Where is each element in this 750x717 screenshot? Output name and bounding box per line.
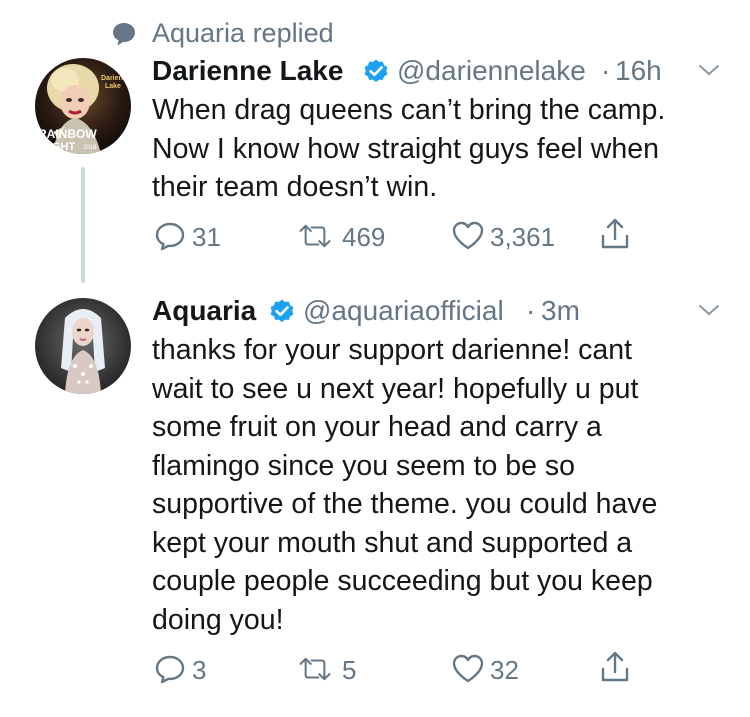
author-handle[interactable]: @aquariaofficial xyxy=(303,293,504,329)
author-name[interactable]: Aquaria xyxy=(152,293,256,329)
like-count: 32 xyxy=(490,655,519,685)
heart-icon[interactable] xyxy=(451,219,485,253)
tweet-text-line: doing you! xyxy=(152,603,284,636)
svg-text:NIGHT: NIGHT xyxy=(41,141,76,153)
avatar-image xyxy=(35,298,131,394)
avatar-aquaria[interactable] xyxy=(35,298,131,394)
separator-dot: · xyxy=(526,295,536,326)
avatar-darienne-lake[interactable]: Darienne Lake RAINBOW NIGHT 2018 xyxy=(35,58,131,154)
author-handle[interactable]: @dariennelake xyxy=(397,53,586,89)
speech-bubble-icon xyxy=(113,23,135,46)
separator-dot: · xyxy=(601,55,611,86)
reply-icon[interactable] xyxy=(153,219,187,253)
retweet-count: 5 xyxy=(342,655,357,685)
tweet-text-line: flamingo since you seem to be so xyxy=(152,449,575,482)
reply-count: 31 xyxy=(192,222,221,252)
retweet-icon[interactable] xyxy=(298,219,332,253)
author-name[interactable]: Darienne Lake xyxy=(152,53,343,89)
share-icon[interactable] xyxy=(598,650,632,684)
tweet-body: When drag queens can’t bring the camp. N… xyxy=(152,91,665,207)
svg-text:Darienne: Darienne xyxy=(101,75,131,82)
tweet-text-line: Now I know how straight guys feel when xyxy=(152,132,659,165)
thread-connector-line xyxy=(81,167,85,283)
tweet-text-line: wait to see u next year! hopefully u put xyxy=(152,372,639,405)
share-icon[interactable] xyxy=(598,217,632,251)
svg-text:RAINBOW: RAINBOW xyxy=(38,127,97,141)
replied-context-label: Aquaria replied xyxy=(152,18,334,48)
svg-text:2018: 2018 xyxy=(83,145,97,151)
chevron-down-icon[interactable] xyxy=(697,58,721,82)
svg-text:Lake: Lake xyxy=(105,83,121,90)
tweet-text-line: supportive of the theme. you could have xyxy=(152,488,658,520)
tweet-text-line: thanks for your support darienne! cant xyxy=(152,334,633,366)
avatar-image: Darienne Lake RAINBOW NIGHT 2018 xyxy=(35,58,131,154)
chevron-down-icon[interactable] xyxy=(697,298,721,322)
tweet-text-line: their team doesn’t win. xyxy=(152,171,438,203)
tweet-timestamp[interactable]: 16h xyxy=(615,53,662,89)
retweet-icon[interactable] xyxy=(298,652,332,686)
tweet-text-line: kept your mouth shut and supported a xyxy=(152,526,633,559)
verified-badge-icon xyxy=(270,299,294,323)
heart-icon[interactable] xyxy=(451,652,485,686)
like-count: 3,361 xyxy=(490,222,556,252)
tweet-text-line: couple people succeeding but you keep xyxy=(152,565,653,597)
tweet-body: thanks for your support darienne! cant w… xyxy=(152,331,657,639)
reply-count: 3 xyxy=(192,655,207,685)
retweet-count: 469 xyxy=(342,222,386,252)
tweet-text-line: some fruit on your head and carry a xyxy=(152,411,602,443)
reply-icon[interactable] xyxy=(153,652,187,686)
verified-badge-icon xyxy=(364,59,388,83)
tweet-timestamp[interactable]: 3m xyxy=(541,293,580,329)
tweet-text-line: When drag queens can’t bring the camp. xyxy=(152,94,666,126)
